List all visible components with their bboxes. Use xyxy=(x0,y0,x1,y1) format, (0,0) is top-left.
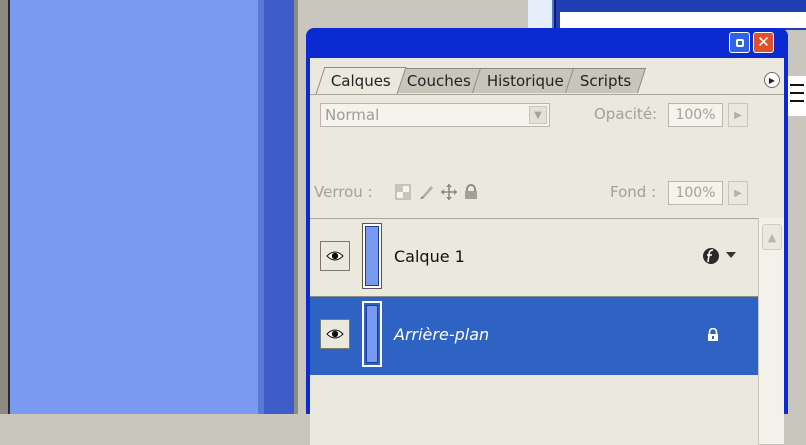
scroll-up-icon[interactable]: ▲ xyxy=(762,224,782,250)
window-left-border xyxy=(0,0,8,414)
tab-layers[interactable]: Calques xyxy=(315,67,407,94)
fill-field[interactable]: 100% xyxy=(668,181,723,205)
layer-name[interactable]: Arrière-plan xyxy=(394,325,489,344)
minimize-icon[interactable] xyxy=(729,32,750,53)
fill-label: Fond : xyxy=(610,183,657,201)
lock-all-icon[interactable] xyxy=(462,183,480,201)
tab-divider xyxy=(310,94,784,95)
background-window-sliver xyxy=(528,0,555,28)
layer-row[interactable]: Calque 1 xyxy=(310,219,758,297)
opacity-slider-arrow-icon[interactable]: ▶ xyxy=(728,103,748,127)
layer-effects-icon[interactable] xyxy=(702,247,720,265)
eye-icon[interactable] xyxy=(320,241,350,271)
layer-lock-icon xyxy=(706,327,720,346)
lock-position-icon[interactable] xyxy=(440,183,458,201)
background-window-content xyxy=(560,12,806,28)
tab-channels[interactable]: Couches xyxy=(391,68,486,93)
eye-icon[interactable] xyxy=(320,319,350,349)
palette-right-border xyxy=(784,58,788,414)
layers-palette: ✕ Calques Couches Historique Scripts ▶ N… xyxy=(306,28,788,445)
blend-mode-value: Normal xyxy=(325,106,380,124)
background-window-menu-glyph xyxy=(788,76,806,116)
opacity-field[interactable]: 100% xyxy=(668,103,723,127)
palette-tabs: Calques Couches Historique Scripts xyxy=(315,67,647,94)
layer-name[interactable]: Calque 1 xyxy=(394,247,465,266)
lock-transparent-pixels-icon[interactable] xyxy=(394,183,412,201)
canvas-edge xyxy=(264,0,294,414)
tab-scripts[interactable]: Scripts xyxy=(564,68,647,93)
layer-thumbnail xyxy=(362,223,382,289)
opacity-label: Opacité: xyxy=(594,105,658,123)
palette-menu-icon[interactable]: ▶ xyxy=(764,72,780,88)
layer-row[interactable]: Arrière-plan xyxy=(310,297,758,375)
palette-title-buttons: ✕ xyxy=(729,32,774,53)
palette-body: Calques Couches Historique Scripts ▶ Nor… xyxy=(310,58,784,445)
lock-label: Verrou : xyxy=(314,183,373,201)
lock-image-pixels-icon[interactable] xyxy=(418,183,436,201)
effects-expand-icon[interactable] xyxy=(726,252,736,258)
tab-history[interactable]: Historique xyxy=(471,68,579,93)
workspace-gap xyxy=(298,0,306,414)
layer-thumbnail xyxy=(362,301,382,367)
close-icon[interactable]: ✕ xyxy=(753,32,774,53)
blend-mode-select[interactable]: Normal ▼ xyxy=(320,103,550,127)
background-window-edge xyxy=(554,0,556,28)
document-canvas[interactable] xyxy=(10,0,258,414)
layers-list: Calque 1 Arrière-plan xyxy=(310,218,758,445)
layers-scrollbar[interactable]: ▲ xyxy=(758,218,784,444)
fill-slider-arrow-icon[interactable]: ▶ xyxy=(728,181,748,205)
chevron-down-icon[interactable]: ▼ xyxy=(529,106,547,124)
